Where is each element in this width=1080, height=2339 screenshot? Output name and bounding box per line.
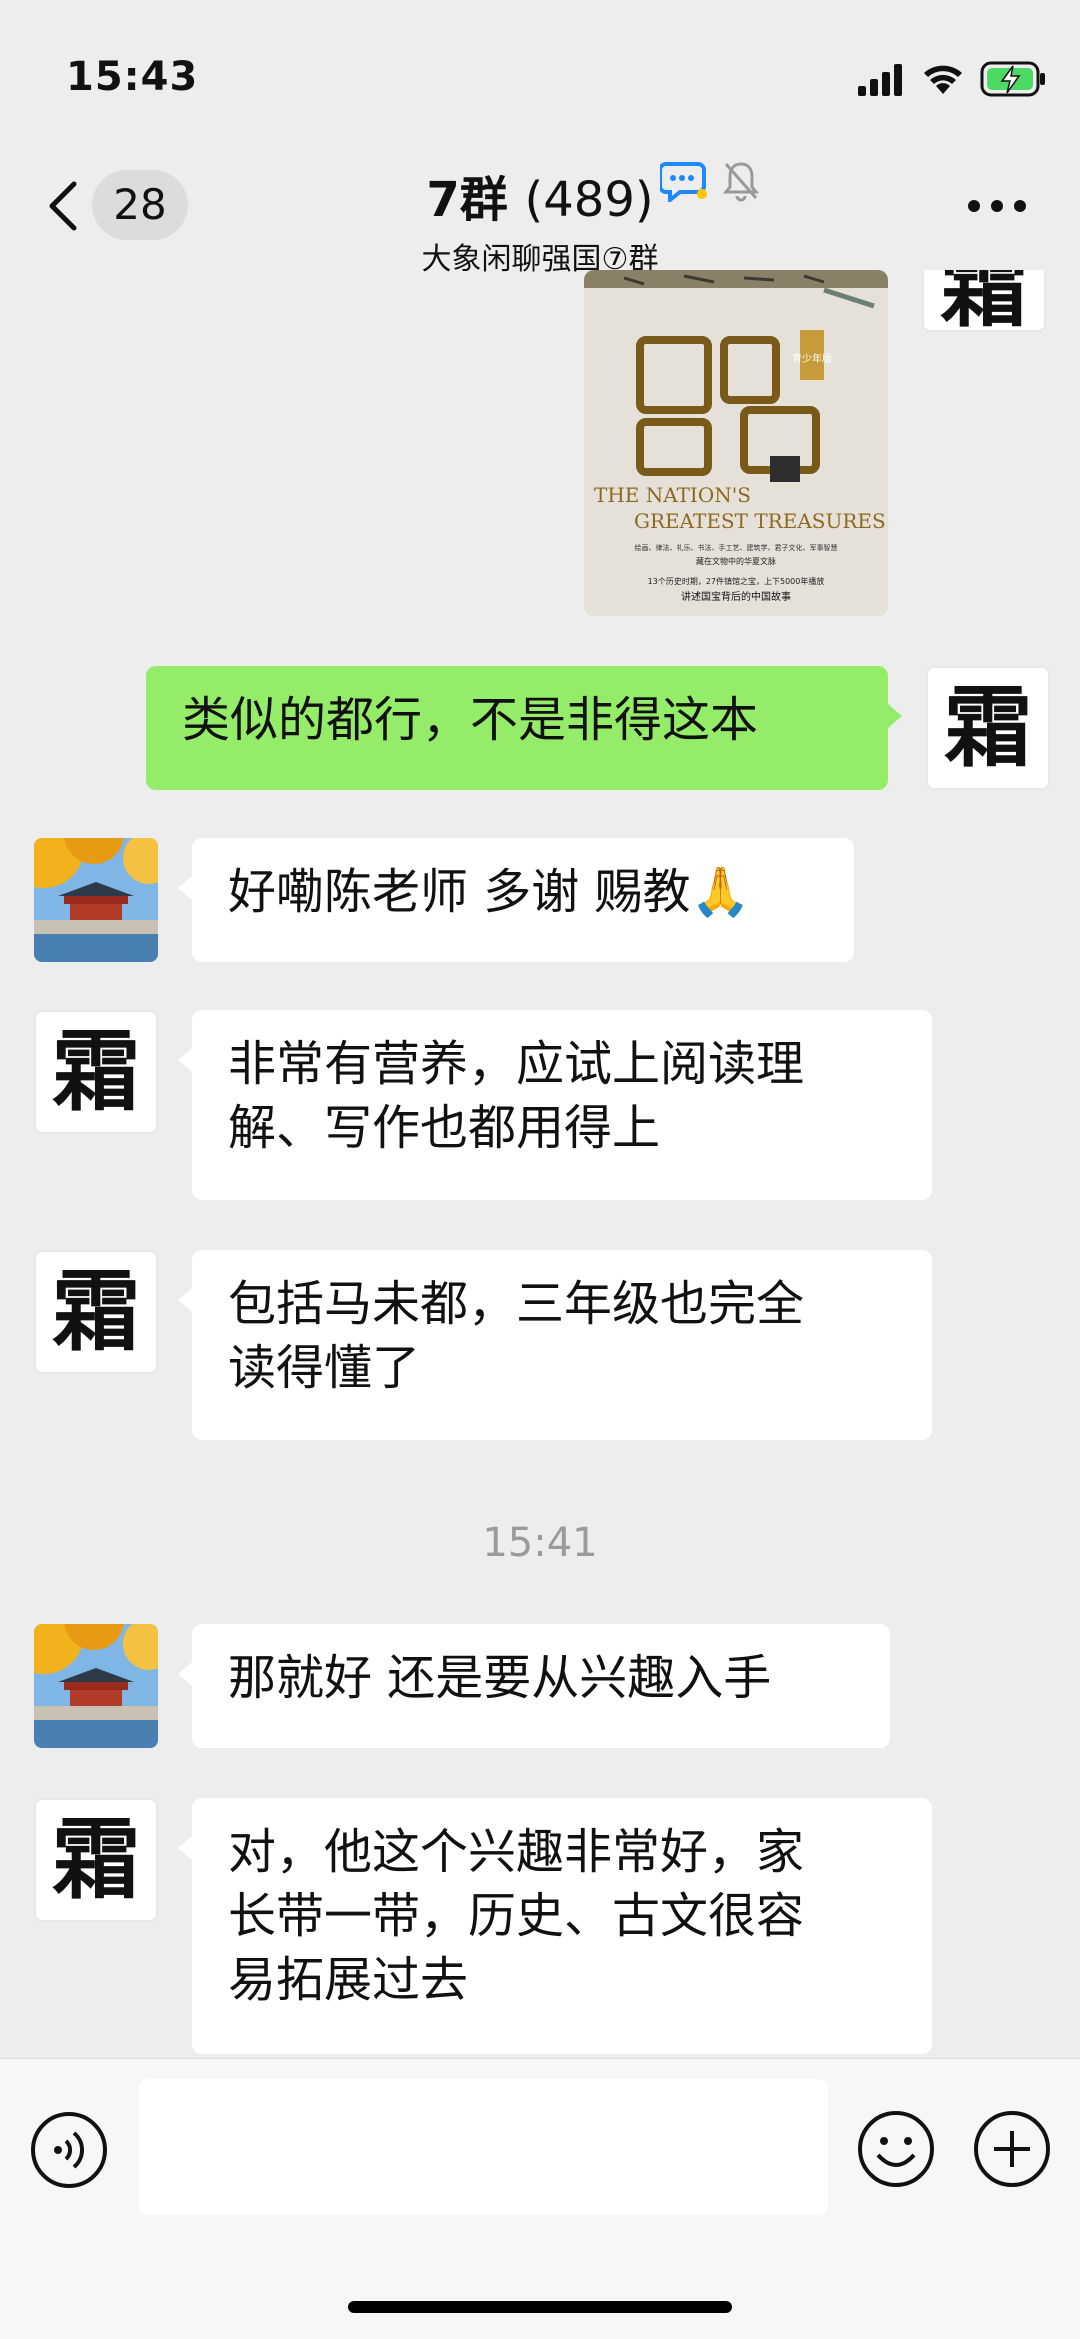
message-input[interactable] [138, 2079, 828, 2215]
avatar-shuang[interactable]: 霜 [926, 666, 1050, 790]
unread-count-badge[interactable]: 28 [92, 170, 188, 240]
chat-header: 28 7群 (489) 大象闲聊强国⑦群 [0, 160, 1080, 277]
avatar-char: 霜 [943, 675, 1032, 779]
book-tag: 青少年版 [792, 352, 832, 365]
book-blurb-1: 绘画、律法、礼乐、书法、手工艺、建筑学、君子文化、军事智慧 [635, 543, 838, 552]
input-bar [0, 2058, 1080, 2339]
message-text: 类似的都行，不是非得这本 [182, 692, 759, 748]
member-count: (489) [524, 172, 654, 228]
avatar-char: 霜 [51, 1259, 140, 1363]
message-bubble-sent[interactable]: 类似的都行，不是非得这本 [146, 666, 902, 790]
avatar-palace-photo[interactable] [34, 1624, 158, 1748]
book-cover-image[interactable]: 青少年版 THE NATION'S GREATEST TREASURES 绘画、… [584, 270, 888, 616]
back-icon[interactable] [44, 180, 80, 232]
status-bar: 15:43 [0, 0, 1080, 160]
book-blurb-2: 藏在文物中的华夏文脉 [696, 556, 776, 566]
message-line: 解、写作也都用得上 [228, 1100, 661, 1156]
battery-charging-icon [980, 61, 1045, 97]
mute-bell-icon [722, 162, 760, 202]
avatar-char: 霜 [51, 1807, 140, 1911]
voice-icon[interactable] [30, 2111, 108, 2189]
avatar-shuang[interactable]: 霜 [34, 1798, 158, 1922]
message-line: 对，他这个兴趣非常好，家 [228, 1824, 805, 1880]
more-icon[interactable] [966, 198, 1028, 214]
avatar-shuang[interactable]: 霜 [34, 1250, 158, 1374]
message-line: 读得懂了 [228, 1340, 421, 1396]
book-blurb-3: 13个历史时期，27件镇馆之宝，上下5000年播放 [648, 576, 825, 586]
message-line: 包括马未都，三年级也完全 [228, 1276, 805, 1332]
message-text: 那就好 还是要从兴趣入手 [228, 1650, 772, 1706]
avatar-palace-photo[interactable] [34, 838, 158, 962]
avatar-shuang[interactable]: 霜 [922, 270, 1046, 332]
avatar-shuang[interactable]: 霜 [34, 1010, 158, 1134]
message-bubble-received[interactable]: 非常有营养，应试上阅读理 解、写作也都用得上 [178, 1010, 932, 1200]
message-line: 长带一带，历史、古文很容 [228, 1888, 805, 1944]
emoji-icon[interactable] [856, 2109, 936, 2189]
avatar-char: 霜 [939, 270, 1028, 332]
book-title-en-2: GREATEST TREASURES [634, 509, 886, 533]
status-time: 15:43 [66, 54, 199, 100]
book-blurb-4: 讲述国宝背后的中国故事 [681, 590, 791, 603]
message-text: 好嘞陈老师 多谢 赐教🙏 [228, 864, 751, 920]
cellular-signal-icon [858, 64, 902, 96]
group-title: 7群 (489) [426, 160, 653, 230]
avatar-char: 霜 [51, 1019, 140, 1123]
message-bubble-received[interactable]: 包括马未都，三年级也完全 读得懂了 [178, 1250, 932, 1440]
message-bubble-received[interactable]: 好嘞陈老师 多谢 赐教🙏 [178, 838, 854, 962]
message-line: 非常有营养，应试上阅读理 [228, 1036, 805, 1092]
wifi-icon [924, 65, 962, 94]
chat-bubble-icon [660, 162, 707, 202]
message-bubble-received[interactable]: 对，他这个兴趣非常好，家 长带一带，历史、古文很容 易拓展过去 [178, 1798, 932, 2054]
plus-icon[interactable] [972, 2109, 1052, 2189]
time-separator: 15:41 [482, 1520, 598, 1566]
message-bubble-received[interactable]: 那就好 还是要从兴趣入手 [178, 1624, 890, 1748]
message-list[interactable]: 青少年版 THE NATION'S GREATEST TREASURES 绘画、… [0, 270, 1080, 2058]
home-indicator[interactable] [348, 2301, 732, 2313]
group-name: 7群 [426, 172, 508, 228]
message-line: 易拓展过去 [228, 1952, 469, 2008]
book-title-en-1: THE NATION'S [594, 483, 751, 507]
